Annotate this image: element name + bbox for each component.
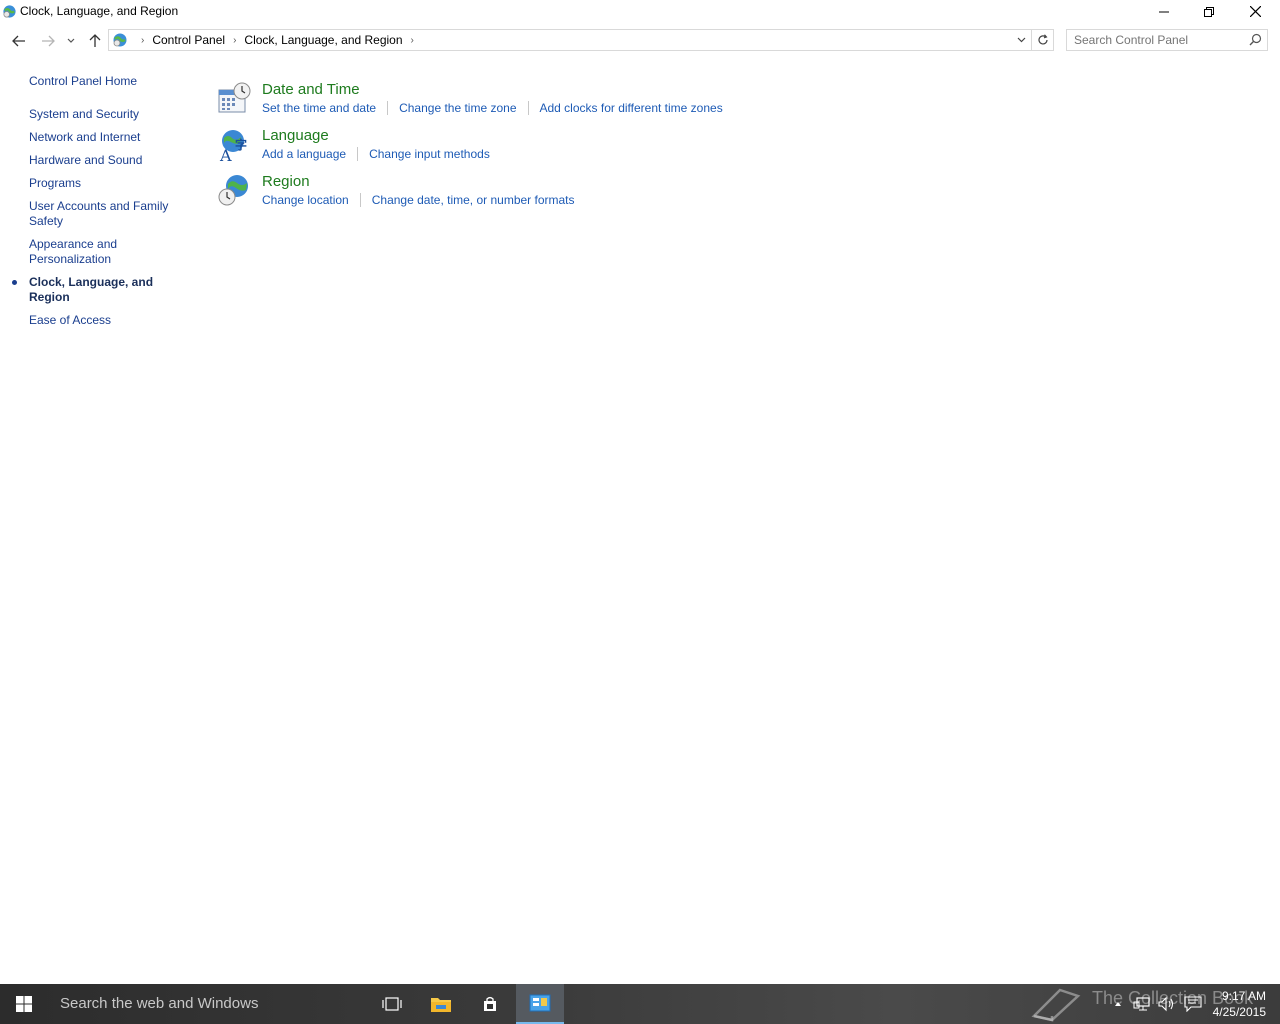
forward-arrow-icon [42,35,55,47]
taskbar-clock[interactable]: 9:17 AM 4/25/2015 [1213,988,1266,1020]
link-divider [357,147,359,161]
link-divider [387,101,389,115]
back-arrow-icon [12,35,25,47]
breadcrumb: › Control Panel › Clock, Language, and R… [133,33,422,47]
category-language: A 字 Language Add a language Change input… [216,126,1016,172]
notification-icon [1184,996,1202,1012]
svg-text:A: A [219,146,232,163]
nav-item-programs[interactable]: Programs [29,176,194,191]
refresh-icon [1037,34,1048,45]
calendar-clock-icon[interactable] [216,81,252,117]
network-icon [1133,997,1150,1011]
category-region: Region Change location Change date, time… [216,172,1016,218]
task-view-button[interactable] [368,984,416,1024]
nav-item-appearance[interactable]: Appearance and Personalization [29,237,194,267]
store-taskbar-button[interactable] [466,984,514,1024]
category-links: Change location Change date, time, or nu… [262,193,575,207]
restore-icon [1204,6,1214,17]
nav-item-network-and-internet[interactable]: Network and Internet [29,130,194,145]
breadcrumb-separator-icon[interactable]: › [411,35,414,46]
change-input-methods-link[interactable]: Change input methods [369,147,490,161]
nav-item-hardware-and-sound[interactable]: Hardware and Sound [29,153,194,168]
language-globe-icon[interactable]: A 字 [216,127,252,163]
breadcrumb-separator-icon[interactable]: › [141,35,144,46]
breadcrumb-control-panel[interactable]: Control Panel [152,33,225,47]
close-icon [1249,6,1261,17]
show-hidden-icons-button[interactable] [1106,984,1130,1024]
nav-item-clock-language-region[interactable]: Clock, Language, and Region [12,275,194,305]
start-button[interactable] [0,984,48,1024]
control-panel-icon [529,994,551,1012]
search-box [1066,29,1268,51]
svg-text:字: 字 [235,137,247,152]
add-clocks-link[interactable]: Add clocks for different time zones [540,101,723,115]
category-links: Set the time and date Change the time zo… [262,101,723,115]
breadcrumb-separator-icon[interactable]: › [233,35,236,46]
link-divider [359,193,361,207]
restore-button[interactable] [1186,0,1232,23]
change-formats-link[interactable]: Change date, time, or number formats [372,193,575,207]
category-title-date-and-time[interactable]: Date and Time [262,81,360,98]
nav-item-system-and-security[interactable]: System and Security [29,107,194,122]
region-globe-clock-icon[interactable] [216,173,252,209]
control-panel-window: Clock, Language, and Region › Control Pa… [0,0,1280,984]
link-divider [527,101,529,115]
clock-time: 9:17 AM [1221,989,1266,1003]
close-button[interactable] [1232,0,1278,23]
search-input[interactable] [1067,30,1237,50]
search-icon[interactable] [1249,33,1262,46]
control-panel-taskbar-button[interactable] [516,984,564,1024]
volume-tray-icon-button[interactable] [1155,984,1179,1024]
network-tray-icon-button[interactable] [1130,984,1154,1024]
category-date-and-time: Date and Time Set the time and date Chan… [216,80,1016,126]
folder-icon [431,998,451,1012]
category-title-region[interactable]: Region [262,173,310,190]
set-time-and-date-link[interactable]: Set the time and date [262,101,376,115]
chevron-up-icon [1115,1002,1121,1006]
change-time-zone-link[interactable]: Change the time zone [399,101,516,115]
back-button[interactable] [9,31,29,51]
address-dropdown-button[interactable] [1013,30,1029,50]
recent-locations-button[interactable] [63,31,79,51]
main-content: Date and Time Set the time and date Chan… [216,80,1016,218]
speaker-icon [1158,996,1174,1012]
category-title-language[interactable]: Language [262,127,329,144]
clock-date: 4/25/2015 [1212,1005,1266,1019]
control-panel-home-link[interactable]: Control Panel Home [29,74,137,88]
control-panel-icon [113,33,127,47]
chevron-down-icon [67,38,75,43]
up-arrow-icon [89,34,101,47]
chevron-down-icon [1017,37,1025,43]
forward-button[interactable] [38,31,58,51]
change-location-link[interactable]: Change location [262,193,349,207]
taskbar: Search the web and Windows The Collectio… [0,984,1280,1024]
category-list: System and Security Network and Internet… [12,107,194,336]
nav-item-user-accounts[interactable]: User Accounts and Family Safety [29,199,194,229]
book-watermark-icon [1031,988,1081,1022]
minimize-button[interactable] [1141,0,1187,23]
breadcrumb-clock-language-region[interactable]: Clock, Language, and Region [244,33,402,47]
control-panel-icon [3,5,16,18]
address-bar[interactable]: › Control Panel › Clock, Language, and R… [108,29,1054,51]
refresh-button[interactable] [1031,30,1053,50]
action-center-button[interactable] [1181,984,1205,1024]
minimize-icon [1159,11,1169,12]
taskbar-search-box[interactable]: Search the web and Windows [48,984,368,1024]
windows-logo-icon [16,996,32,1012]
add-language-link[interactable]: Add a language [262,147,346,161]
title-bar: Clock, Language, and Region [0,0,1280,23]
task-view-icon [382,997,402,1011]
store-bag-icon [484,996,496,1011]
category-links: Add a language Change input methods [262,147,490,161]
up-button[interactable] [85,31,105,51]
nav-item-ease-of-access[interactable]: Ease of Access [29,313,194,328]
window-title: Clock, Language, and Region [20,4,179,18]
file-explorer-taskbar-button[interactable] [417,984,465,1024]
